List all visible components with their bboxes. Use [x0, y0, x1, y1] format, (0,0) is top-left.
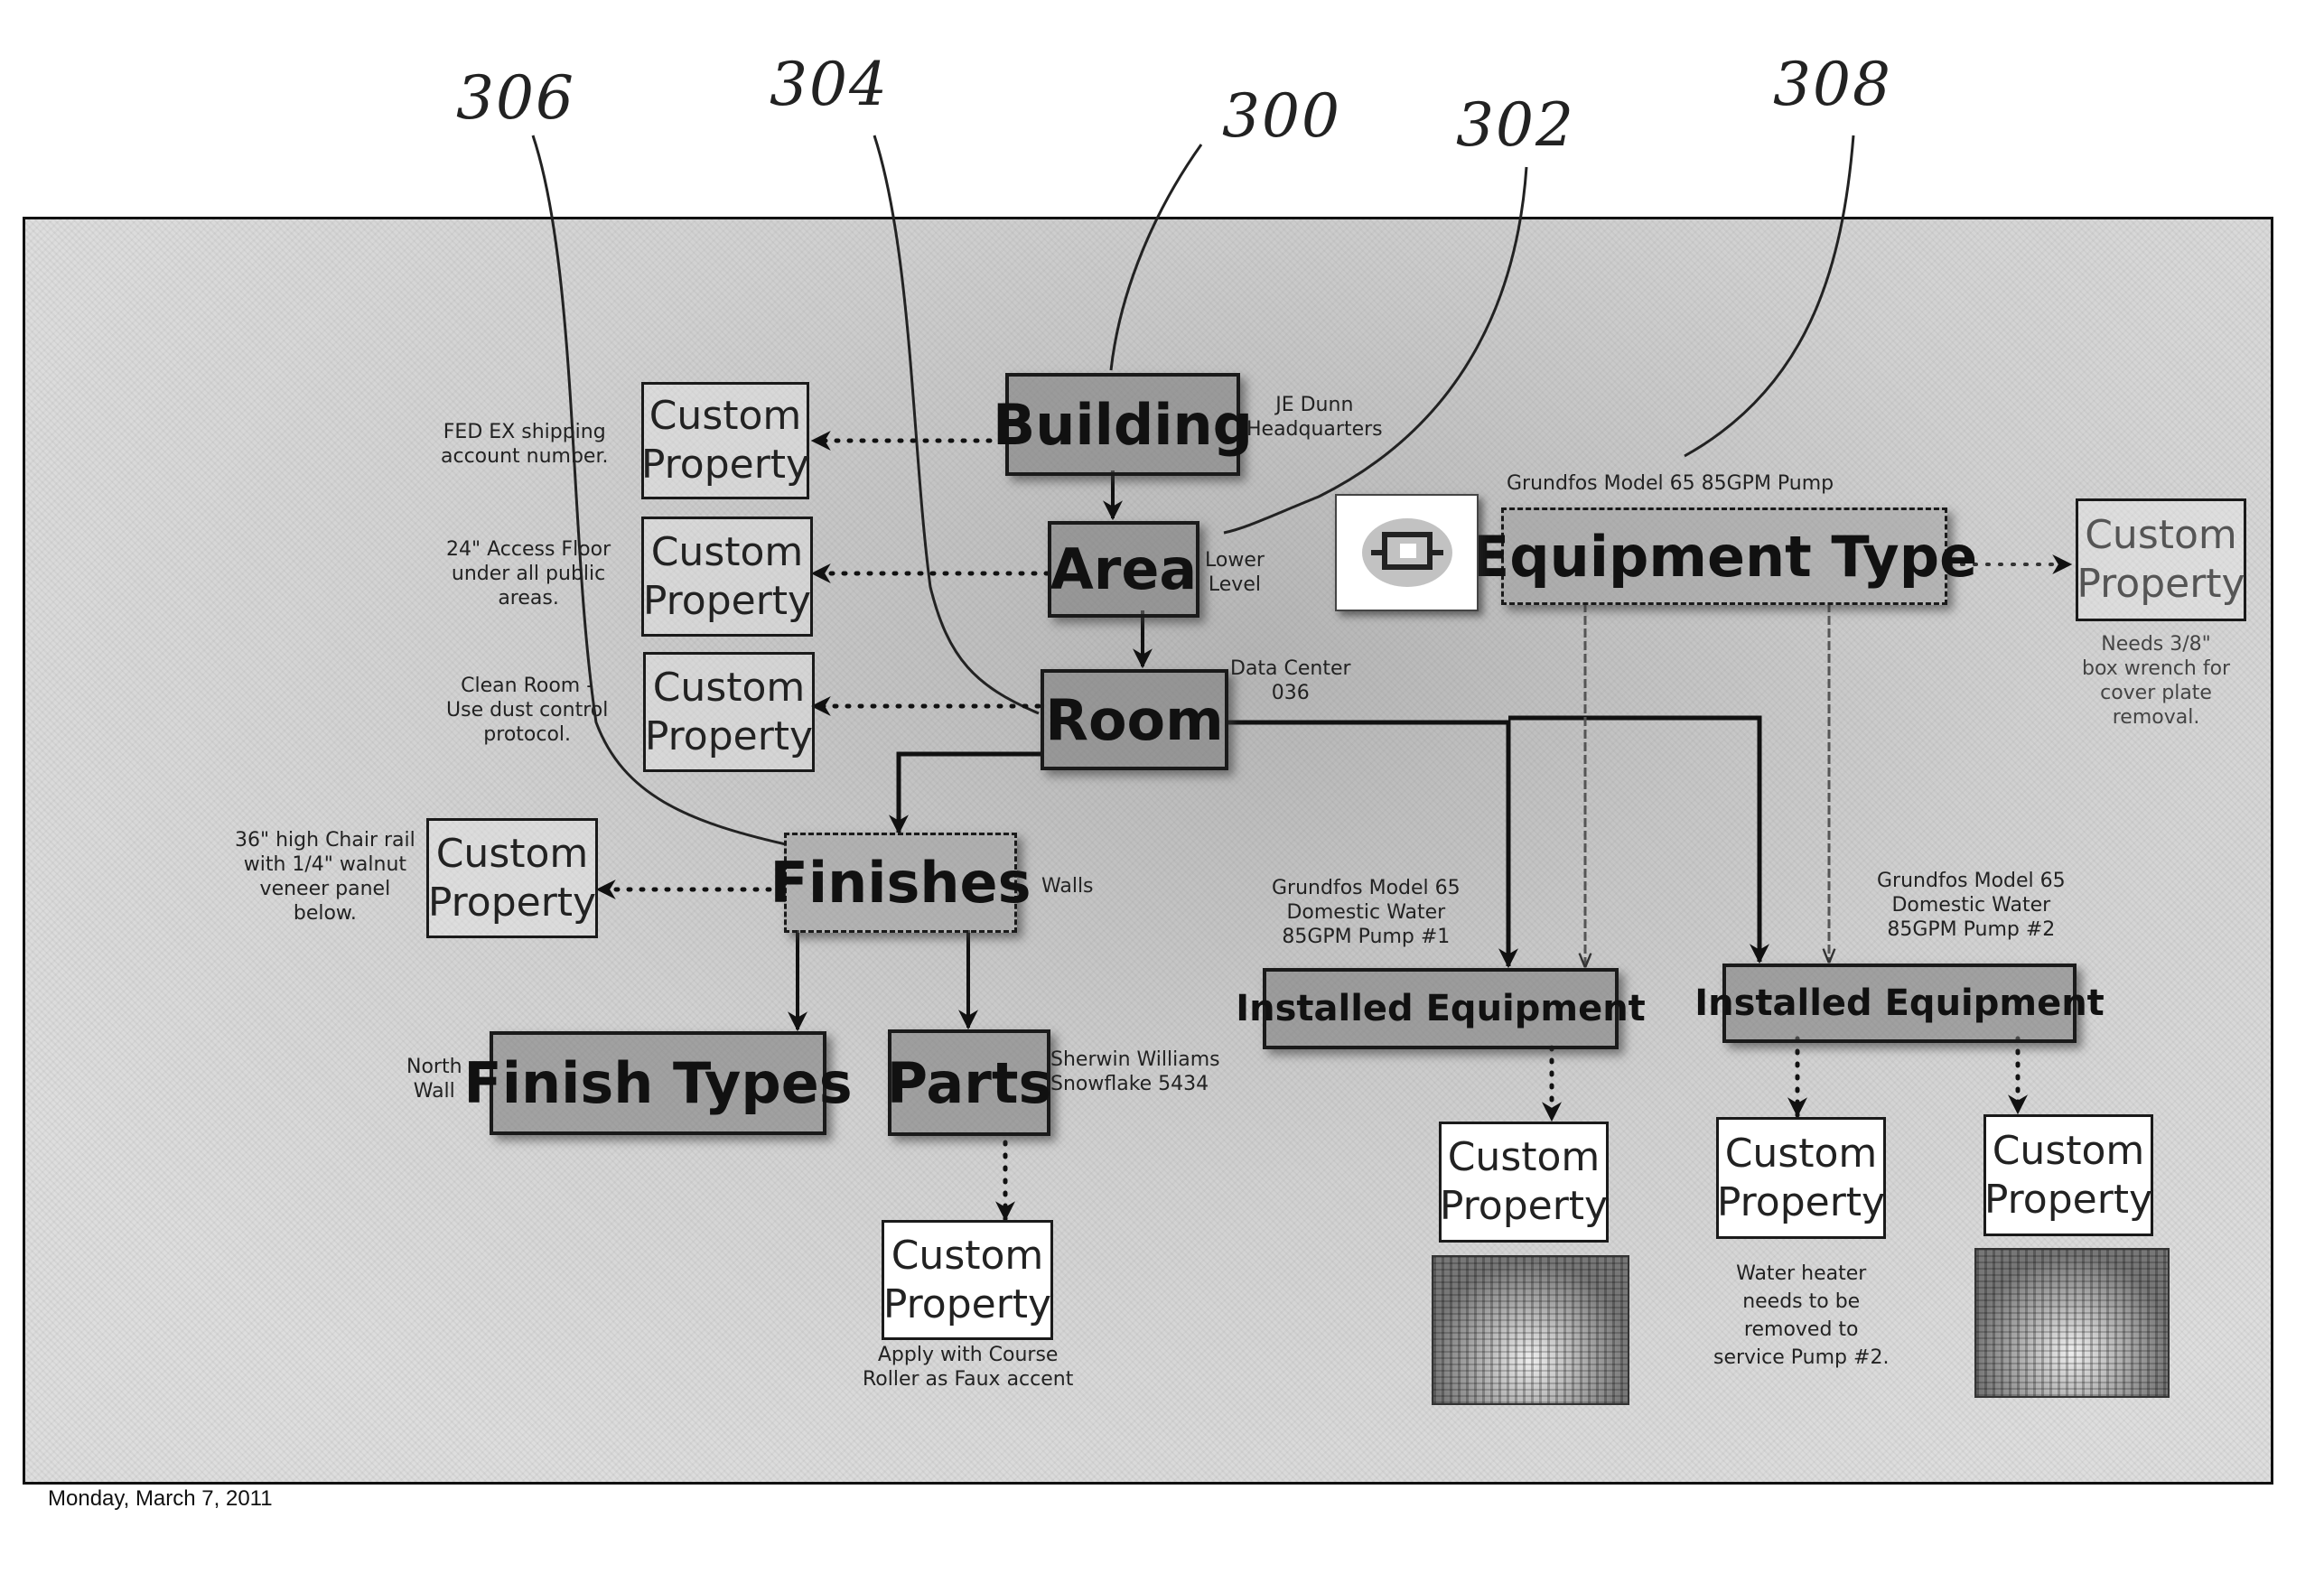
finishes-property-note: 36" high Chair rail with 1/4" walnut ven… [235, 829, 415, 925]
custom-property-installed-2[interactable]: Custom Property [1716, 1117, 1886, 1239]
node-area-label: Area [1050, 536, 1198, 602]
area-property-note: 24" Access Floor under all public areas. [446, 538, 611, 610]
custom-property-label-line1: Custom [2085, 512, 2237, 558]
leader-line-300 [1109, 144, 1203, 371]
arrow-room-to-finishes [889, 751, 1041, 835]
custom-property-building[interactable]: Custom Property [641, 382, 809, 499]
building-property-note: FED EX shipping account number. [441, 421, 609, 468]
footer-date: Monday, March 7, 2011 [48, 1486, 273, 1511]
node-installed-equipment-2-label: Installed Equipment [1694, 982, 2105, 1024]
node-installed-equipment-1[interactable]: Installed Equipment [1236, 968, 1646, 1049]
installed-equipment-2-property-note: Water heater needs to be removed to serv… [1713, 1262, 1890, 1369]
equipment-type-property-note: Needs 3/8" box wrench for cover plate re… [2082, 633, 2231, 729]
custom-property-label-line1: Custom [652, 664, 806, 711]
custom-property-installed-2b[interactable]: Custom Property [1983, 1114, 2153, 1236]
reference-numeral-300: 300 [1222, 81, 1341, 151]
node-parts-label: Parts [886, 1049, 1052, 1116]
node-finish-types-label: Finish Types [463, 1050, 853, 1116]
node-finishes[interactable]: Finishes [770, 833, 1031, 933]
pump-icon [1361, 518, 1452, 587]
installed-equipment-2-value: Grundfos Model 65 Domestic Water 85GPM P… [1877, 870, 2066, 941]
custom-property-label-line2: Property [427, 879, 597, 926]
installed-equipment-photo-1 [1432, 1255, 1629, 1405]
arrow-room-to-installed-2 [1508, 715, 1769, 964]
custom-property-label-line1: Custom [649, 393, 802, 439]
reference-numeral-302: 302 [1456, 90, 1575, 160]
custom-property-area[interactable]: Custom Property [641, 517, 813, 637]
parts-property-note: Apply with Course Roller as Faux accent [863, 1344, 1074, 1391]
custom-property-label-line2: Property [1439, 1183, 1609, 1229]
custom-property-equipment-type[interactable]: Custom Property [2076, 498, 2246, 621]
custom-property-label-line2: Property [1716, 1178, 1886, 1225]
pump-image [1335, 494, 1479, 611]
node-installed-equipment-1-label: Installed Equipment [1236, 988, 1646, 1029]
custom-property-label-line1: Custom [1447, 1134, 1601, 1180]
room-property-note: Clean Room - Use dust control protocol. [446, 675, 609, 746]
node-building-label: Building [992, 391, 1254, 458]
node-room[interactable]: Room [1041, 669, 1228, 770]
leader-line-302 [1223, 166, 1528, 535]
finishes-value: Walls [1041, 875, 1094, 898]
custom-property-label-line2: Property [1983, 1176, 2153, 1223]
custom-property-label-line2: Property [2077, 561, 2245, 607]
custom-property-label-line2: Property [644, 712, 814, 759]
reference-numeral-306: 306 [456, 63, 575, 133]
node-installed-equipment-2[interactable]: Installed Equipment [1694, 964, 2105, 1043]
custom-property-finishes[interactable]: Custom Property [426, 818, 598, 938]
custom-property-label-line1: Custom [1724, 1130, 1878, 1177]
equipment-type-value: Grundfos Model 65 85GPM Pump [1507, 472, 1834, 495]
node-room-label: Room [1045, 686, 1224, 753]
node-equipment-type[interactable]: Equipment Type [1471, 507, 1977, 605]
installed-equipment-1-value: Grundfos Model 65 Domestic Water 85GPM P… [1272, 877, 1461, 948]
reference-numeral-304: 304 [770, 50, 889, 119]
node-equipment-type-label: Equipment Type [1470, 523, 1978, 590]
area-value: Lower Level [1205, 549, 1265, 596]
leader-line-308 [1684, 135, 1855, 458]
patent-figure: 306 304 300 302 308 Building Area Room F… [0, 0, 2324, 1592]
node-parts[interactable]: Parts [886, 1029, 1052, 1136]
custom-property-label-line1: Custom [1992, 1127, 2145, 1174]
node-finishes-label: Finishes [770, 850, 1031, 916]
reference-numeral-308: 308 [1773, 50, 1892, 119]
custom-property-installed-1[interactable]: Custom Property [1439, 1122, 1609, 1243]
custom-property-label-line2: Property [640, 442, 810, 488]
parts-value: Sherwin Williams Snowflake 5434 [1050, 1048, 1220, 1095]
room-value: Data Center 036 [1230, 657, 1351, 704]
custom-property-label-line1: Custom [891, 1232, 1044, 1279]
node-area[interactable]: Area [1048, 521, 1199, 618]
custom-property-label-line1: Custom [435, 830, 589, 877]
custom-property-room[interactable]: Custom Property [643, 652, 815, 772]
node-finish-types[interactable]: Finish Types [463, 1031, 853, 1135]
node-building[interactable]: Building [993, 373, 1253, 476]
custom-property-label-line2: Property [882, 1280, 1052, 1327]
installed-equipment-photo-2 [1974, 1248, 2170, 1398]
custom-property-label-line1: Custom [650, 528, 804, 575]
finish-types-value: North Wall [406, 1056, 462, 1103]
custom-property-label-line2: Property [642, 577, 812, 624]
custom-property-parts[interactable]: Custom Property [882, 1220, 1053, 1340]
building-value: JE Dunn Headquarters [1246, 394, 1383, 441]
